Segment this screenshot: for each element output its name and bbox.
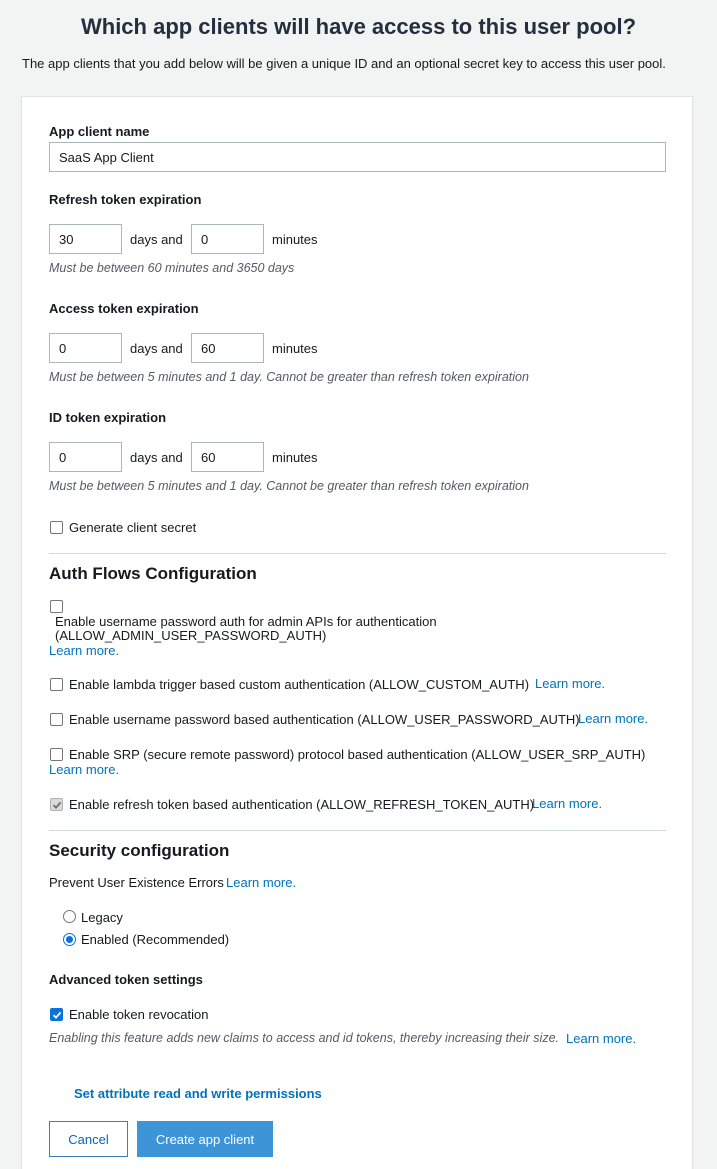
admin-user-password-auth-code: (ALLOW_ADMIN_USER_PASSWORD_AUTH) bbox=[55, 628, 327, 643]
refresh-token-hint: Must be between 60 minutes and 3650 days bbox=[49, 261, 295, 275]
id-token-days-input[interactable] bbox=[49, 442, 122, 472]
refresh-token-days-input[interactable] bbox=[49, 224, 122, 254]
id-token-label: ID token expiration bbox=[49, 410, 167, 425]
refresh-token-auth-learn-more-link[interactable]: Learn more. bbox=[532, 796, 602, 811]
id-token-minutes-input[interactable] bbox=[191, 442, 264, 472]
srp-auth-learn-more-link[interactable]: Learn more. bbox=[49, 762, 119, 777]
token-revocation-checkbox[interactable] bbox=[50, 1008, 63, 1021]
access-token-days-input[interactable] bbox=[49, 333, 122, 363]
user-password-auth-label: Enable username password based authentic… bbox=[69, 712, 580, 727]
page-subtitle: The app clients that you add below will … bbox=[22, 56, 666, 71]
refresh-token-label: Refresh token expiration bbox=[49, 192, 202, 207]
cancel-button[interactable]: Cancel bbox=[49, 1121, 128, 1157]
app-client-name-input[interactable] bbox=[49, 142, 666, 172]
token-revocation-label: Enable token revocation bbox=[69, 1007, 209, 1022]
checkmark-icon bbox=[52, 801, 61, 809]
srp-auth-checkbox[interactable] bbox=[50, 748, 63, 761]
refresh-token-minutes-input[interactable] bbox=[191, 224, 264, 254]
id-minutes-label: minutes bbox=[272, 450, 318, 465]
access-days-and-label: days and bbox=[130, 341, 183, 356]
create-app-client-button[interactable]: Create app client bbox=[137, 1121, 273, 1157]
checkmark-icon bbox=[52, 1011, 61, 1019]
app-client-name-label: App client name bbox=[49, 124, 150, 139]
admin-auth-learn-more-link[interactable]: Learn more. bbox=[49, 643, 119, 658]
user-password-auth-learn-more-link[interactable]: Learn more. bbox=[578, 711, 648, 726]
page: Which app clients will have access to th… bbox=[0, 0, 717, 1169]
advanced-token-settings-label: Advanced token settings bbox=[49, 972, 203, 987]
radio-legacy-label: Legacy bbox=[81, 910, 123, 925]
admin-user-password-auth-checkbox[interactable] bbox=[50, 600, 63, 613]
page-title: Which app clients will have access to th… bbox=[80, 14, 637, 39]
user-password-auth-checkbox[interactable] bbox=[50, 713, 63, 726]
app-client-form: App client name Refresh token expiration… bbox=[21, 96, 693, 1169]
divider bbox=[49, 830, 666, 831]
custom-auth-learn-more-link[interactable]: Learn more. bbox=[535, 676, 605, 691]
srp-auth-label: Enable SRP (secure remote password) prot… bbox=[69, 747, 646, 762]
prevent-user-existence-errors-label: Prevent User Existence Errors bbox=[49, 875, 224, 890]
set-attribute-permissions-link[interactable]: Set attribute read and write permissions bbox=[74, 1086, 322, 1101]
prevent-errors-learn-more-link[interactable]: Learn more. bbox=[226, 875, 296, 890]
access-token-hint: Must be between 5 minutes and 1 day. Can… bbox=[49, 370, 529, 384]
access-minutes-label: minutes bbox=[272, 341, 318, 356]
security-configuration-title: Security configuration bbox=[49, 841, 230, 860]
divider bbox=[49, 553, 666, 554]
custom-auth-checkbox[interactable] bbox=[50, 678, 63, 691]
token-revocation-hint: Enabling this feature adds new claims to… bbox=[49, 1031, 559, 1045]
refresh-token-auth-label: Enable refresh token based authenticatio… bbox=[69, 797, 535, 812]
access-token-minutes-input[interactable] bbox=[191, 333, 264, 363]
generate-client-secret-label: Generate client secret bbox=[69, 520, 197, 535]
radio-legacy[interactable] bbox=[63, 910, 76, 923]
token-revocation-learn-more-link[interactable]: Learn more. bbox=[566, 1031, 636, 1046]
radio-enabled-recommended-label: Enabled (Recommended) bbox=[81, 932, 230, 947]
radio-enabled-recommended[interactable] bbox=[63, 933, 76, 946]
custom-auth-label: Enable lambda trigger based custom authe… bbox=[69, 677, 530, 692]
auth-flows-title: Auth Flows Configuration bbox=[49, 564, 257, 583]
admin-user-password-auth-label: Enable username password auth for admin … bbox=[55, 614, 437, 629]
generate-client-secret-checkbox[interactable] bbox=[50, 521, 63, 534]
id-days-and-label: days and bbox=[130, 450, 183, 465]
refresh-days-and-label: days and bbox=[130, 232, 183, 247]
refresh-minutes-label: minutes bbox=[272, 232, 318, 247]
id-token-hint: Must be between 5 minutes and 1 day. Can… bbox=[49, 479, 529, 493]
refresh-token-auth-checkbox[interactable] bbox=[50, 798, 63, 811]
access-token-label: Access token expiration bbox=[49, 301, 199, 316]
